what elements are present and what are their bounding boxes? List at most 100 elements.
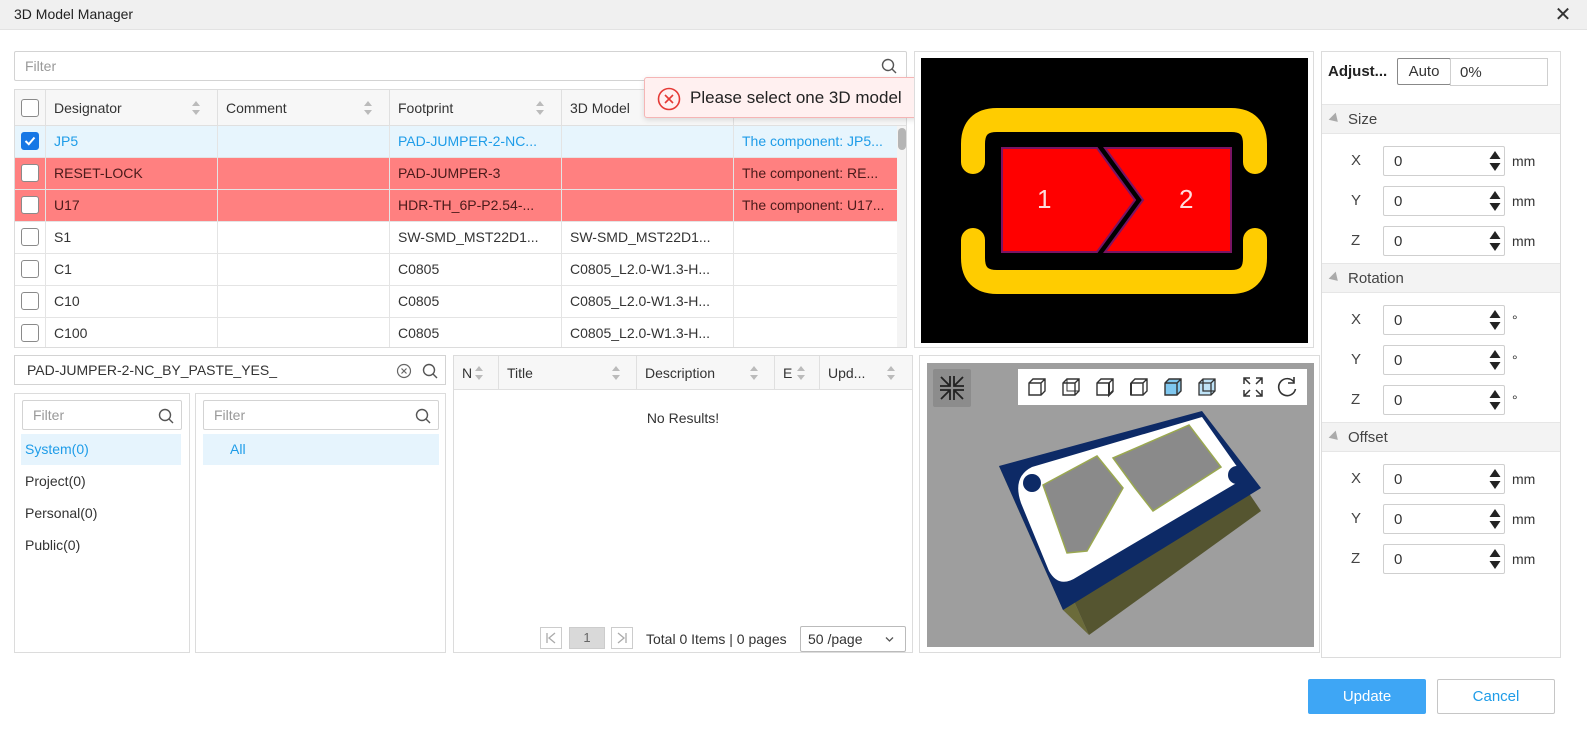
row-checkbox[interactable] <box>21 196 39 214</box>
page-number-button[interactable]: 1 <box>569 627 605 649</box>
table-row[interactable]: C1 C0805 C0805_L2.0-W1.3-H... <box>15 254 897 286</box>
table-row[interactable]: U17 HDR-TH_6P-P2.54-... The component: U17… <box>15 190 897 222</box>
number-input[interactable]: 0 <box>1383 305 1505 335</box>
sort-icon[interactable] <box>191 100 201 116</box>
cell-footprint: PAD-JUMPER-3 <box>390 158 562 189</box>
fit-view-icon[interactable] <box>1240 374 1266 400</box>
view-back-icon[interactable] <box>1058 374 1084 400</box>
cell-model <box>562 126 734 157</box>
view-front-icon[interactable] <box>1024 374 1050 400</box>
table-row[interactable]: S1 SW-SMD_MST22D1... SW-SMD_MST22D1... <box>15 222 897 254</box>
search-icon[interactable] <box>881 58 897 74</box>
spinner-icon[interactable] <box>1489 230 1501 252</box>
error-circle-icon <box>657 87 681 111</box>
table-row[interactable]: C10 C0805 C0805_L2.0-W1.3-H... <box>15 286 897 318</box>
spinner-icon[interactable] <box>1489 389 1501 411</box>
section-size[interactable]: Size <box>1322 104 1560 134</box>
sort-icon[interactable] <box>749 365 759 381</box>
spinner-icon[interactable] <box>1489 468 1501 490</box>
spinner-icon[interactable] <box>1489 508 1501 530</box>
search-icon[interactable] <box>158 408 174 424</box>
number-input[interactable]: 0 <box>1383 504 1505 534</box>
library-item[interactable]: Public(0) <box>21 530 181 561</box>
number-input[interactable]: 0 <box>1383 186 1505 216</box>
number-input[interactable]: 0 <box>1383 226 1505 256</box>
last-page-button[interactable] <box>611 627 633 649</box>
section-offset[interactable]: Offset <box>1322 422 1560 452</box>
spinner-icon[interactable] <box>1489 309 1501 331</box>
axis-label: Y <box>1351 192 1362 209</box>
check-icon <box>24 136 36 146</box>
cell-model: SW-SMD_MST22D1... <box>562 222 734 253</box>
spinner-icon[interactable] <box>1489 548 1501 570</box>
auto-button[interactable]: Auto <box>1397 58 1451 85</box>
search-icon[interactable] <box>415 408 431 424</box>
collapse-triangle-icon <box>1328 112 1342 126</box>
axis-label: Y <box>1351 510 1362 527</box>
row-checkbox[interactable] <box>21 164 39 182</box>
cell-message <box>734 286 897 317</box>
number-input[interactable]: 0 <box>1383 146 1505 176</box>
number-input[interactable]: 0 <box>1383 464 1505 494</box>
pagination-summary: Total 0 Items | 0 pages <box>646 631 787 647</box>
category-filter-input[interactable] <box>203 400 439 430</box>
library-item[interactable]: System(0) <box>21 434 181 465</box>
sort-icon[interactable] <box>796 365 806 381</box>
reset-view-icon[interactable] <box>1274 374 1300 400</box>
sort-icon[interactable] <box>535 100 545 116</box>
number-value: 0 <box>1394 153 1403 170</box>
adjust-percent-input[interactable]: 0% <box>1450 58 1548 86</box>
row-checkbox[interactable] <box>21 324 39 342</box>
field-row: Y 0 ° <box>1322 345 1560 375</box>
sort-icon[interactable] <box>886 365 896 381</box>
search-icon[interactable] <box>422 363 438 379</box>
unit-label: ° <box>1512 352 1518 368</box>
view-top-icon[interactable] <box>1160 374 1186 400</box>
spinner-icon[interactable] <box>1489 349 1501 371</box>
row-checkbox[interactable] <box>21 260 39 278</box>
row-checkbox[interactable] <box>21 228 39 246</box>
pad-1-label: 1 <box>1037 184 1052 214</box>
unit-label: ° <box>1512 312 1518 328</box>
table-scrollbar[interactable] <box>897 126 906 347</box>
page-size-select[interactable]: 50 /page <box>800 626 906 652</box>
section-rotation[interactable]: Rotation <box>1322 263 1560 293</box>
number-input[interactable]: 0 <box>1383 385 1505 415</box>
column-updated[interactable]: Upd... <box>820 356 912 390</box>
sort-icon[interactable] <box>363 100 373 116</box>
update-button[interactable]: Update <box>1308 679 1426 714</box>
footprint-canvas[interactable]: 1 2 <box>921 58 1308 343</box>
table-body: JP5 PAD-JUMPER-2-NC... The component: JP5.… <box>15 126 897 347</box>
spinner-icon[interactable] <box>1489 150 1501 172</box>
library-item[interactable]: Project(0) <box>21 466 181 497</box>
view-left-icon[interactable] <box>1092 374 1118 400</box>
spinner-icon[interactable] <box>1489 190 1501 212</box>
cell-model: C0805_L2.0-W1.3-H... <box>562 318 734 347</box>
scrollbar-thumb[interactable] <box>898 128 906 150</box>
3d-canvas[interactable] <box>927 363 1314 647</box>
table-row[interactable]: C100 C0805 C0805_L2.0-W1.3-H... <box>15 318 897 347</box>
row-checkbox[interactable] <box>21 132 39 150</box>
number-value: 0 <box>1394 352 1403 369</box>
sort-icon[interactable] <box>611 365 621 381</box>
row-checkbox[interactable] <box>21 292 39 310</box>
clear-icon[interactable] <box>396 363 412 379</box>
view-right-icon[interactable] <box>1126 374 1152 400</box>
model-search-input[interactable]: PAD-JUMPER-2-NC_BY_PASTE_YES_ <box>14 355 446 385</box>
select-all-checkbox[interactable] <box>21 99 39 117</box>
view-iso-icon[interactable] <box>1194 374 1220 400</box>
collapse-view-button[interactable] <box>933 369 971 407</box>
axis-label: X <box>1351 311 1362 328</box>
first-page-button[interactable] <box>540 627 562 649</box>
table-row[interactable]: JP5 PAD-JUMPER-2-NC... The component: JP5.… <box>15 126 897 158</box>
table-row[interactable]: RESET-LOCK PAD-JUMPER-3 The component: RE.… <box>15 158 897 190</box>
number-value: 0 <box>1394 551 1403 568</box>
number-input[interactable]: 0 <box>1383 544 1505 574</box>
field-row: Z 0 mm <box>1322 544 1560 574</box>
library-item[interactable]: Personal(0) <box>21 498 181 529</box>
cancel-button[interactable]: Cancel <box>1437 679 1555 714</box>
number-input[interactable]: 0 <box>1383 345 1505 375</box>
close-icon[interactable]: ✕ <box>1552 4 1574 26</box>
sort-icon[interactable] <box>474 365 484 381</box>
category-item-all[interactable]: All <box>203 434 439 465</box>
